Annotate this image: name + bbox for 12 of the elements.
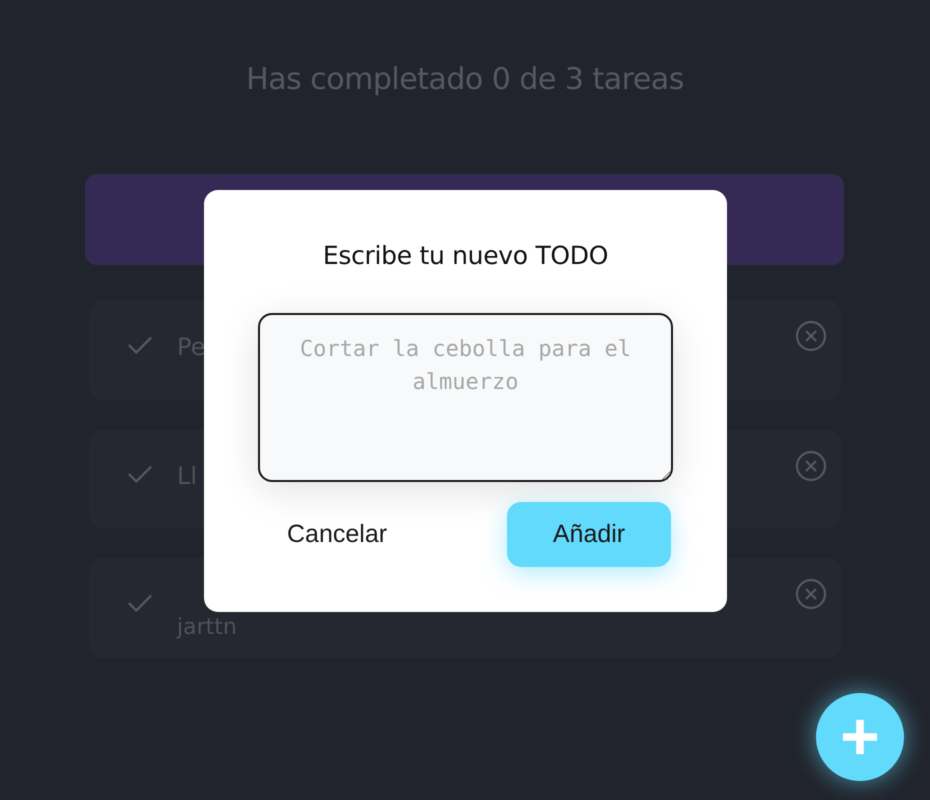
- check-icon[interactable]: [127, 334, 153, 356]
- todo-textarea[interactable]: Cortar la cebolla para el almuerzo: [258, 313, 673, 482]
- modal-title: Escribe tu nuevo TODO: [322, 240, 608, 272]
- close-icon[interactable]: [795, 450, 827, 482]
- add-button[interactable]: Añadir: [507, 502, 671, 567]
- check-icon[interactable]: [127, 592, 153, 614]
- plus-icon: [841, 718, 879, 756]
- close-icon[interactable]: [795, 320, 827, 352]
- close-icon[interactable]: [795, 578, 827, 610]
- cancel-button[interactable]: Cancelar: [258, 520, 388, 549]
- add-todo-button[interactable]: [816, 693, 904, 781]
- check-icon[interactable]: [127, 463, 153, 485]
